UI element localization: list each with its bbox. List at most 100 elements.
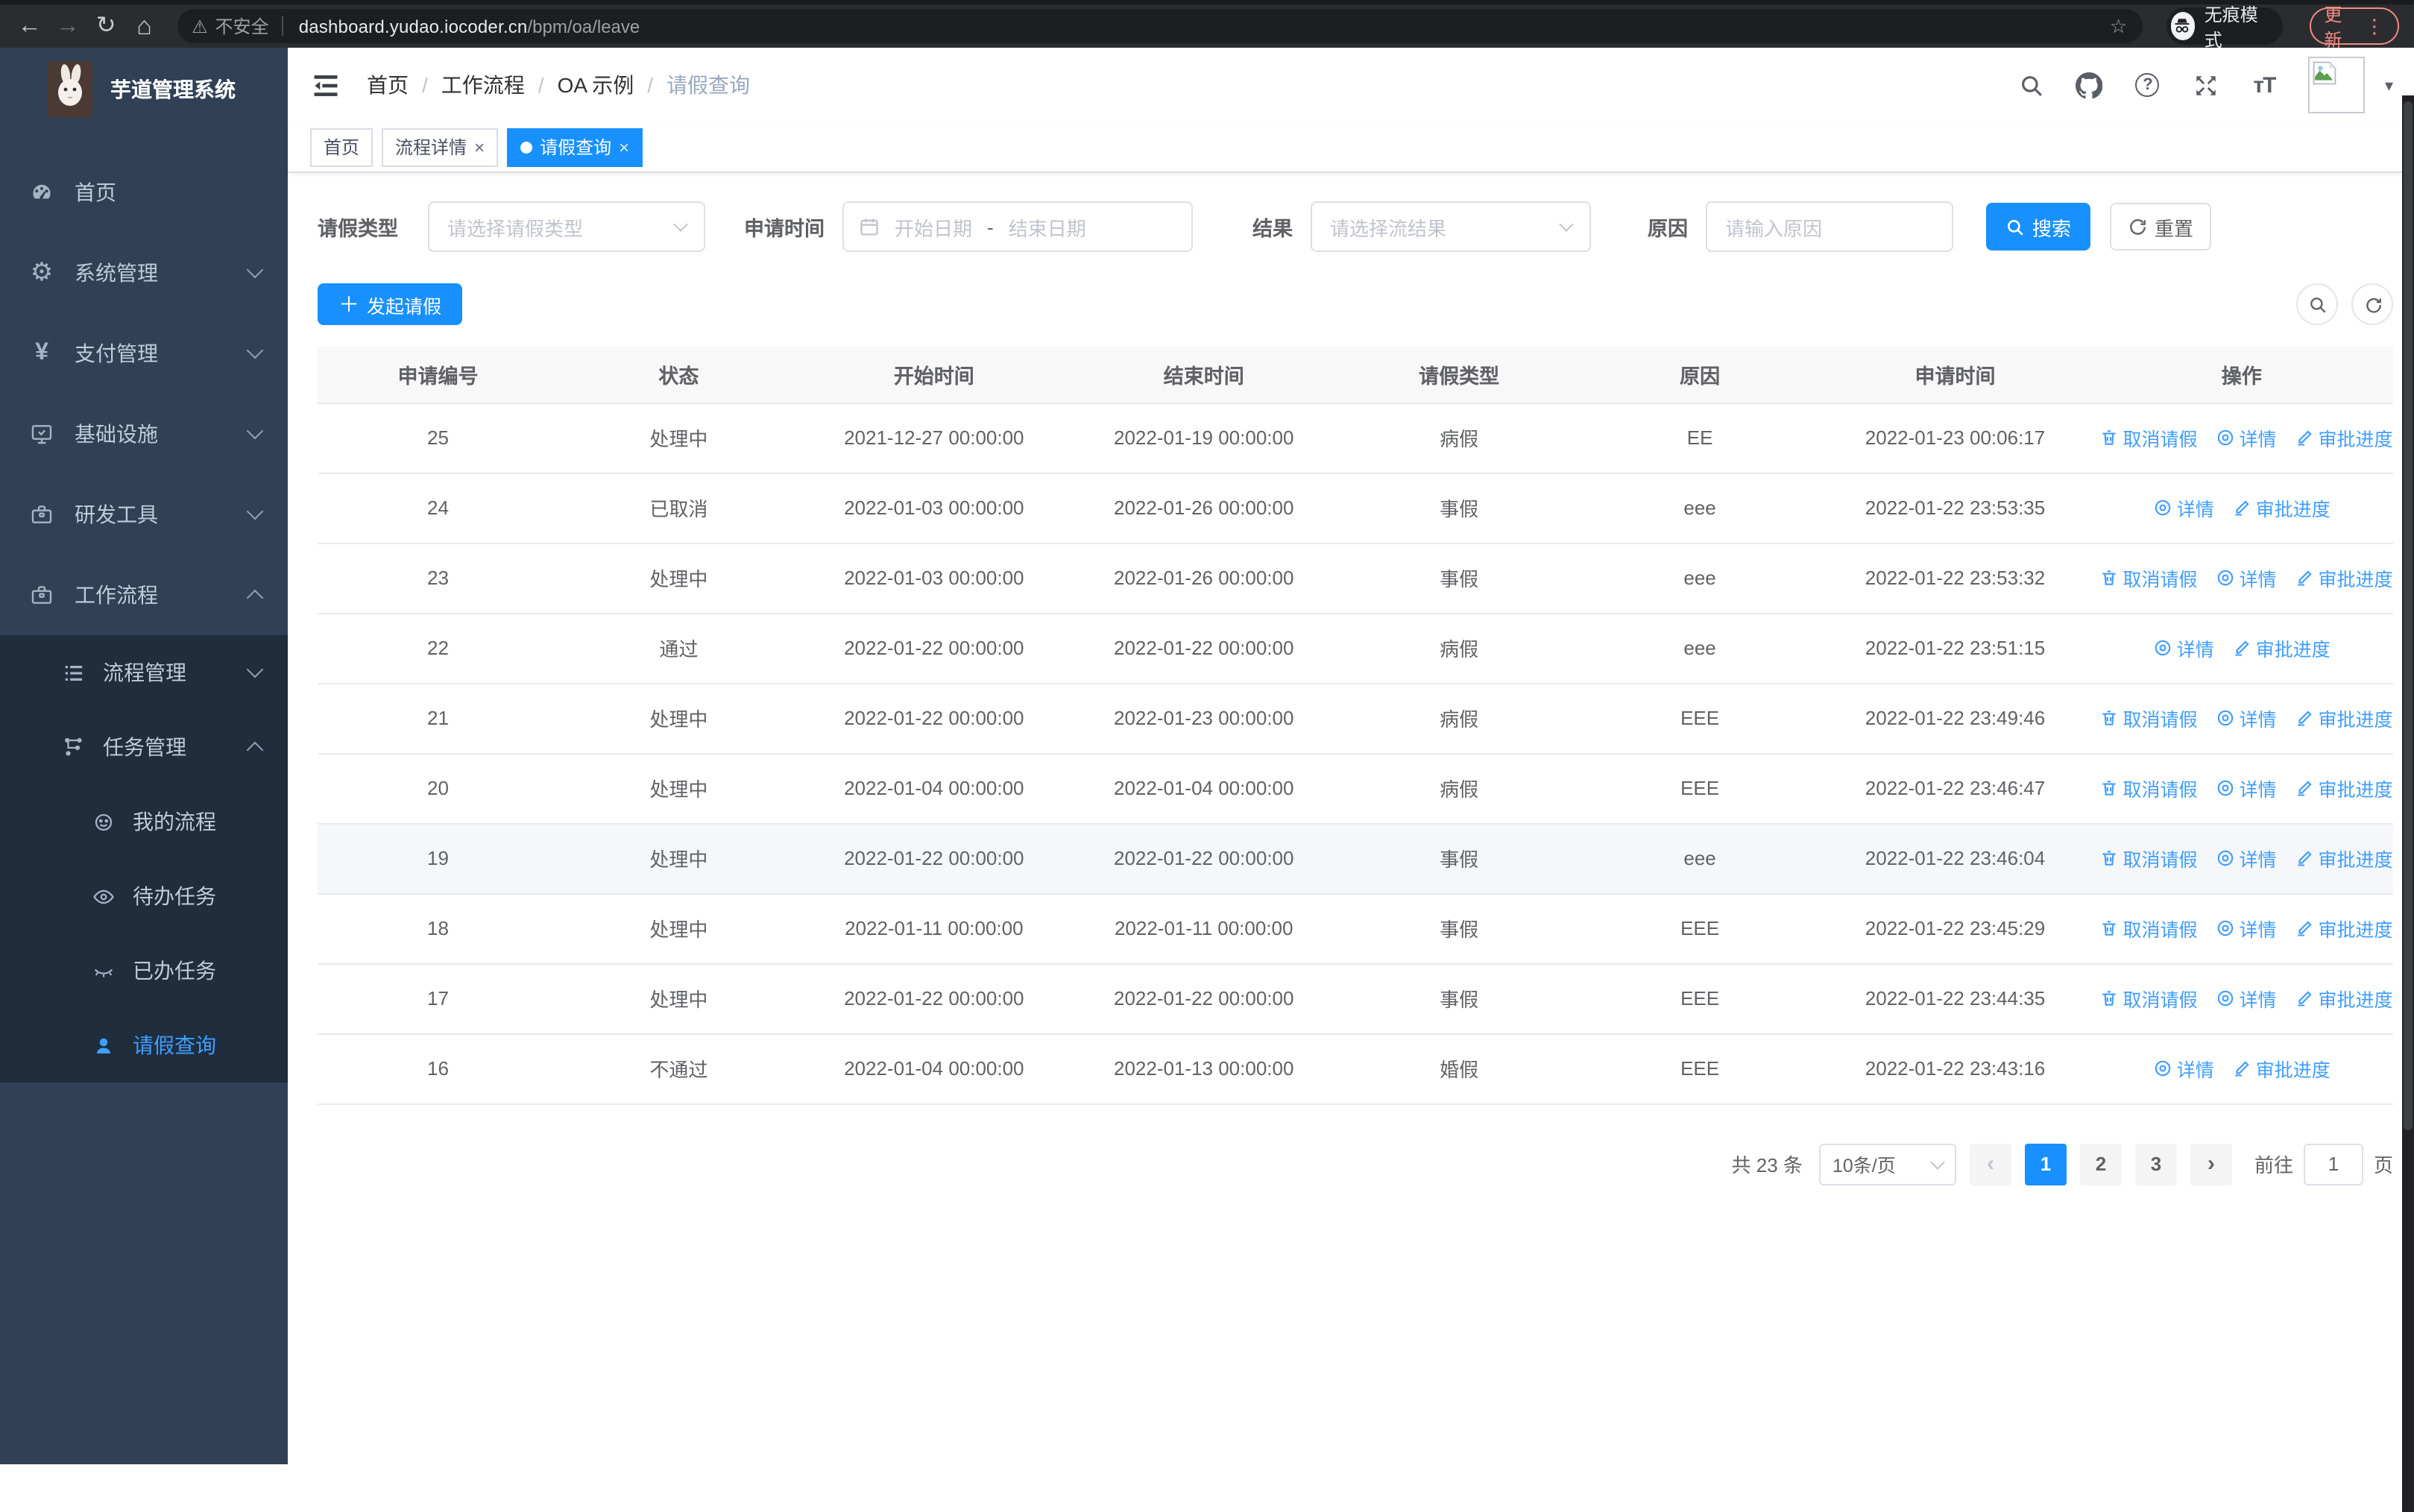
table-row[interactable]: 21 处理中 2022-01-22 00:00:00 2022-01-23 00:00… — [318, 683, 2393, 754]
bookmark-star-icon[interactable]: ☆ — [2110, 14, 2127, 38]
close-icon[interactable]: × — [474, 136, 485, 157]
cancel-action-link[interactable]: 取消请假 — [2099, 914, 2198, 942]
sidebar-item-system[interactable]: ⚙ 系统管理 — [0, 233, 288, 313]
next-page-button[interactable]: › — [2190, 1143, 2232, 1185]
progress-action-link[interactable]: 审批进度 — [2295, 423, 2393, 452]
toggle-search-button[interactable] — [2296, 283, 2338, 325]
page-scrollbar[interactable] — [2402, 95, 2414, 1512]
page-button-2[interactable]: 2 — [2079, 1143, 2122, 1185]
sidebar-item-todo-tasks[interactable]: 待办任务 — [0, 859, 288, 933]
cancel-action-link[interactable]: 取消请假 — [2099, 844, 2198, 872]
sidebar-item-process-mgmt[interactable]: 流程管理 — [0, 635, 288, 710]
create-leave-button[interactable]: ＋ 发起请假 — [318, 283, 462, 325]
detail-action-label: 详情 — [2176, 500, 2214, 520]
tab-home[interactable]: 首页 — [310, 127, 374, 166]
help-icon[interactable]: ? — [2134, 72, 2161, 98]
table-row[interactable]: 18 处理中 2022-01-11 00:00:00 2022-01-11 00:00… — [318, 893, 2393, 964]
table-row[interactable]: 16 不通过 2022-01-04 00:00:00 2022-01-13 00:00… — [318, 1033, 2393, 1104]
progress-action-link[interactable]: 审批进度 — [2295, 704, 2393, 732]
progress-action-link[interactable]: 审批进度 — [2295, 844, 2393, 872]
reset-button[interactable]: 重置 — [2110, 203, 2211, 251]
reason-input[interactable]: 请输入原因 — [1706, 201, 1953, 252]
leave-type-select[interactable]: 请选择请假类型 — [428, 201, 705, 252]
tab-leave-query[interactable]: 请假查询 × — [507, 127, 643, 166]
goto-page-input[interactable]: 1 — [2303, 1143, 2363, 1185]
progress-action-link[interactable]: 审批进度 — [2232, 494, 2331, 522]
address-bar[interactable]: ⚠ 不安全 dashboard.yudao.iocoder.cn/bpm/oa/… — [177, 9, 2143, 43]
progress-action-link[interactable]: 审批进度 — [2295, 914, 2393, 942]
tab-process-detail[interactable]: 流程详情 × — [382, 127, 499, 166]
progress-action-link[interactable]: 审批进度 — [2295, 774, 2393, 802]
page-size-select[interactable]: 10条/页 — [1818, 1143, 1956, 1185]
table-row[interactable]: 24 已取消 2022-01-03 00:00:00 2022-01-26 00:00… — [318, 473, 2393, 544]
delete-icon — [2099, 568, 2118, 588]
sidebar-item-infra[interactable]: 基础设施 — [0, 394, 288, 474]
progress-action-link[interactable]: 审批进度 — [2295, 984, 2393, 1012]
sidebar-item-home[interactable]: 首页 — [0, 152, 288, 233]
detail-action-link[interactable]: 详情 — [2216, 423, 2277, 452]
refresh-table-button[interactable] — [2351, 283, 2393, 325]
sidebar-item-my-process[interactable]: 我的流程 — [0, 784, 288, 859]
prev-page-button[interactable]: ‹ — [1969, 1143, 2011, 1185]
cancel-action-link[interactable]: 取消请假 — [2099, 423, 2198, 452]
sidebar-fold-icon[interactable] — [312, 72, 340, 98]
detail-action-link[interactable]: 详情 — [2216, 704, 2277, 732]
search-icon[interactable] — [2018, 72, 2045, 98]
cancel-action-link[interactable]: 取消请假 — [2099, 704, 2198, 732]
detail-action-link[interactable]: 详情 — [2216, 984, 2277, 1012]
breadcrumb-item[interactable]: OA 示例 — [558, 70, 634, 100]
table-row[interactable]: 20 处理中 2022-01-04 00:00:00 2022-01-04 00:00… — [318, 753, 2393, 824]
page-button-1[interactable]: 1 — [2024, 1143, 2067, 1185]
sidebar-item-workflow[interactable]: 工作流程 — [0, 555, 288, 635]
progress-action-link[interactable]: 审批进度 — [2295, 564, 2393, 592]
sidebar-item-payment[interactable]: ¥ 支付管理 — [0, 313, 288, 394]
cell-apply-id: 19 — [318, 823, 558, 894]
table-row[interactable]: 23 处理中 2022-01-03 00:00:00 2022-01-26 00:00… — [318, 543, 2393, 614]
cancel-action-link[interactable]: 取消请假 — [2099, 984, 2198, 1012]
browser-back-button[interactable]: ← — [15, 13, 44, 38]
progress-action-link[interactable]: 审批进度 — [2232, 1054, 2331, 1083]
result-select[interactable]: 请选择流结果 — [1311, 201, 1591, 252]
close-icon[interactable]: × — [619, 136, 629, 157]
table-row[interactable]: 22 通过 2022-01-22 00:00:00 2022-01-22 00:00:… — [318, 613, 2393, 684]
sidebar-item-done-tasks[interactable]: 已办任务 — [0, 933, 288, 1008]
sidebar-item-devtools[interactable]: 研发工具 — [0, 474, 288, 555]
cell-status: 已取消 — [558, 473, 799, 544]
detail-action-link[interactable]: 详情 — [2153, 1054, 2214, 1083]
sidebar-item-task-mgmt[interactable]: 任务管理 — [0, 710, 288, 784]
security-warning-icon[interactable]: ⚠ — [192, 16, 208, 37]
cancel-action-link[interactable]: 取消请假 — [2099, 774, 2198, 802]
progress-action-link[interactable]: 审批进度 — [2232, 634, 2331, 662]
table-row[interactable]: 25 处理中 2021-12-27 00:00:00 2022-01-19 00:00… — [318, 403, 2393, 473]
page-button-3[interactable]: 3 — [2134, 1143, 2177, 1185]
list-tree-icon — [63, 661, 85, 684]
avatar[interactable] — [2308, 57, 2366, 113]
cancel-action-link[interactable]: 取消请假 — [2099, 564, 2198, 592]
sidebar-item-leave-query[interactable]: 请假查询 — [0, 1008, 288, 1083]
search-button[interactable]: 搜索 — [1986, 203, 2090, 251]
browser-forward-button[interactable]: → — [53, 13, 82, 38]
fullscreen-icon[interactable] — [2193, 72, 2219, 98]
github-icon[interactable] — [2076, 71, 2103, 98]
chevron-down-icon[interactable]: ▾ — [2385, 75, 2393, 95]
browser-reload-button[interactable]: ↻ — [92, 13, 121, 38]
breadcrumb-item[interactable]: 首页 — [367, 70, 409, 100]
browser-menu-icon[interactable]: ⋮ — [2365, 14, 2384, 38]
detail-action-link[interactable]: 详情 — [2216, 844, 2277, 872]
detail-action-link[interactable]: 详情 — [2216, 564, 2277, 592]
detail-action-link[interactable]: 详情 — [2153, 634, 2214, 662]
font-size-icon[interactable]: ᴛT — [2251, 72, 2278, 98]
detail-action-link[interactable]: 详情 — [2216, 774, 2277, 802]
app-logo[interactable]: 芋道管理系统 — [0, 48, 288, 131]
table-row[interactable]: 19 处理中 2022-01-22 00:00:00 2022-01-22 00:00… — [318, 823, 2393, 894]
detail-action-link[interactable]: 详情 — [2216, 914, 2277, 942]
apply-time-range-picker[interactable]: 开始日期 - 结束日期 — [842, 201, 1193, 252]
detail-action-link[interactable]: 详情 — [2153, 494, 2214, 522]
breadcrumb-item[interactable]: 工作流程 — [441, 70, 525, 100]
scrollbar-thumb[interactable] — [2404, 101, 2413, 1130]
security-label[interactable]: 不安全 — [215, 13, 269, 39]
browser-update-button[interactable]: 更新 ⋮ — [2309, 4, 2399, 50]
yen-icon: ¥ — [35, 340, 48, 365]
table-row[interactable]: 17 处理中 2022-01-22 00:00:00 2022-01-22 00:00… — [318, 963, 2393, 1034]
browser-home-button[interactable]: ⌂ — [130, 13, 159, 39]
